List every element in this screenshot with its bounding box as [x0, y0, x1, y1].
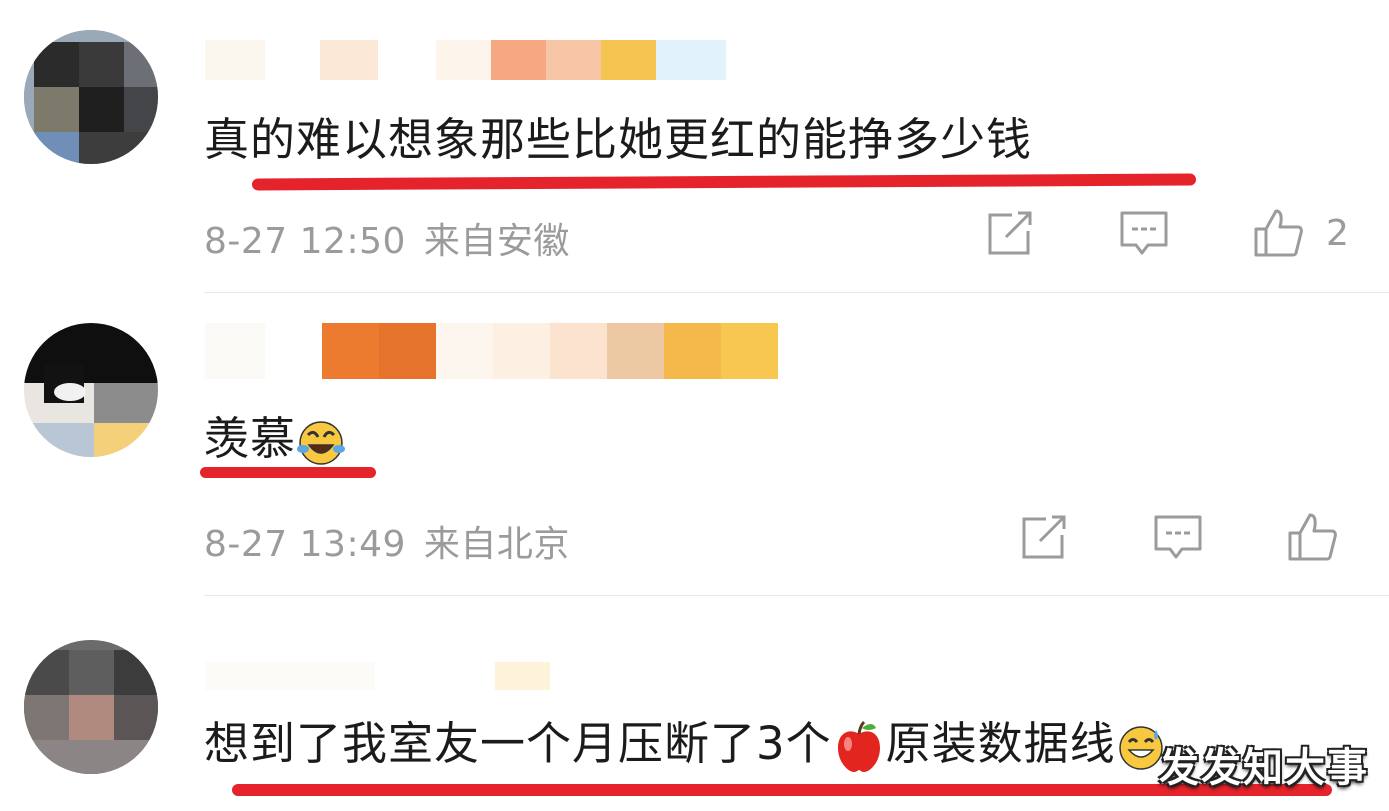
comment-text-body: 羡慕 — [204, 412, 297, 465]
avatar[interactable] — [24, 30, 158, 164]
comment-meta: 8-27 13:49 来自北京 — [204, 515, 588, 567]
comment-meta: 8-27 12:50 来自安徽 — [204, 212, 588, 264]
comment-location: 来自北京 — [423, 524, 570, 565]
comment-icon[interactable] — [1152, 511, 1204, 563]
comment-actions: 2 — [984, 207, 1349, 259]
username-blurred[interactable] — [205, 323, 778, 379]
username-blurred[interactable] — [205, 40, 726, 80]
share-icon[interactable] — [984, 207, 1036, 259]
thumbs-up-icon[interactable] — [1252, 207, 1304, 259]
comment-icon[interactable] — [1118, 207, 1170, 259]
avatar[interactable] — [24, 323, 158, 457]
thumbs-up-icon[interactable] — [1286, 511, 1338, 563]
comment-text-tail: 原装数据线 — [885, 717, 1116, 770]
comment-text: 羡慕 — [204, 411, 346, 467]
comment-location: 来自安徽 — [423, 221, 570, 262]
comment-text: 真的难以想象那些比她更红的能挣多少钱 — [204, 113, 1033, 166]
red-underline — [200, 467, 376, 478]
laughing-crying-emoji — [297, 421, 346, 465]
watermark: 发发知大事 — [1159, 745, 1369, 791]
comment-item: 真的难以想象那些比她更红的能挣多少钱 8-27 12:50 来自安徽 2 — [0, 0, 1389, 292]
avatar[interactable] — [24, 640, 158, 774]
like-count: 2 — [1326, 212, 1349, 254]
red-underline — [251, 173, 1197, 191]
username-blurred[interactable] — [205, 662, 550, 690]
share-icon[interactable] — [1018, 511, 1070, 563]
comment-text-body: 想到了我室友一个月压断了3个 — [204, 717, 832, 770]
comment-date: 8-27 13:49 — [204, 524, 406, 565]
comment-date: 8-27 12:50 — [204, 221, 406, 262]
comment-text: 想到了我室友一个月压断了3个 原装数据线 — [204, 716, 1166, 774]
comment-item: 羡慕 8-27 13:49 来自北京 — [0, 293, 1389, 595]
red-apple-emoji — [837, 720, 880, 772]
comment-actions — [1018, 511, 1338, 563]
